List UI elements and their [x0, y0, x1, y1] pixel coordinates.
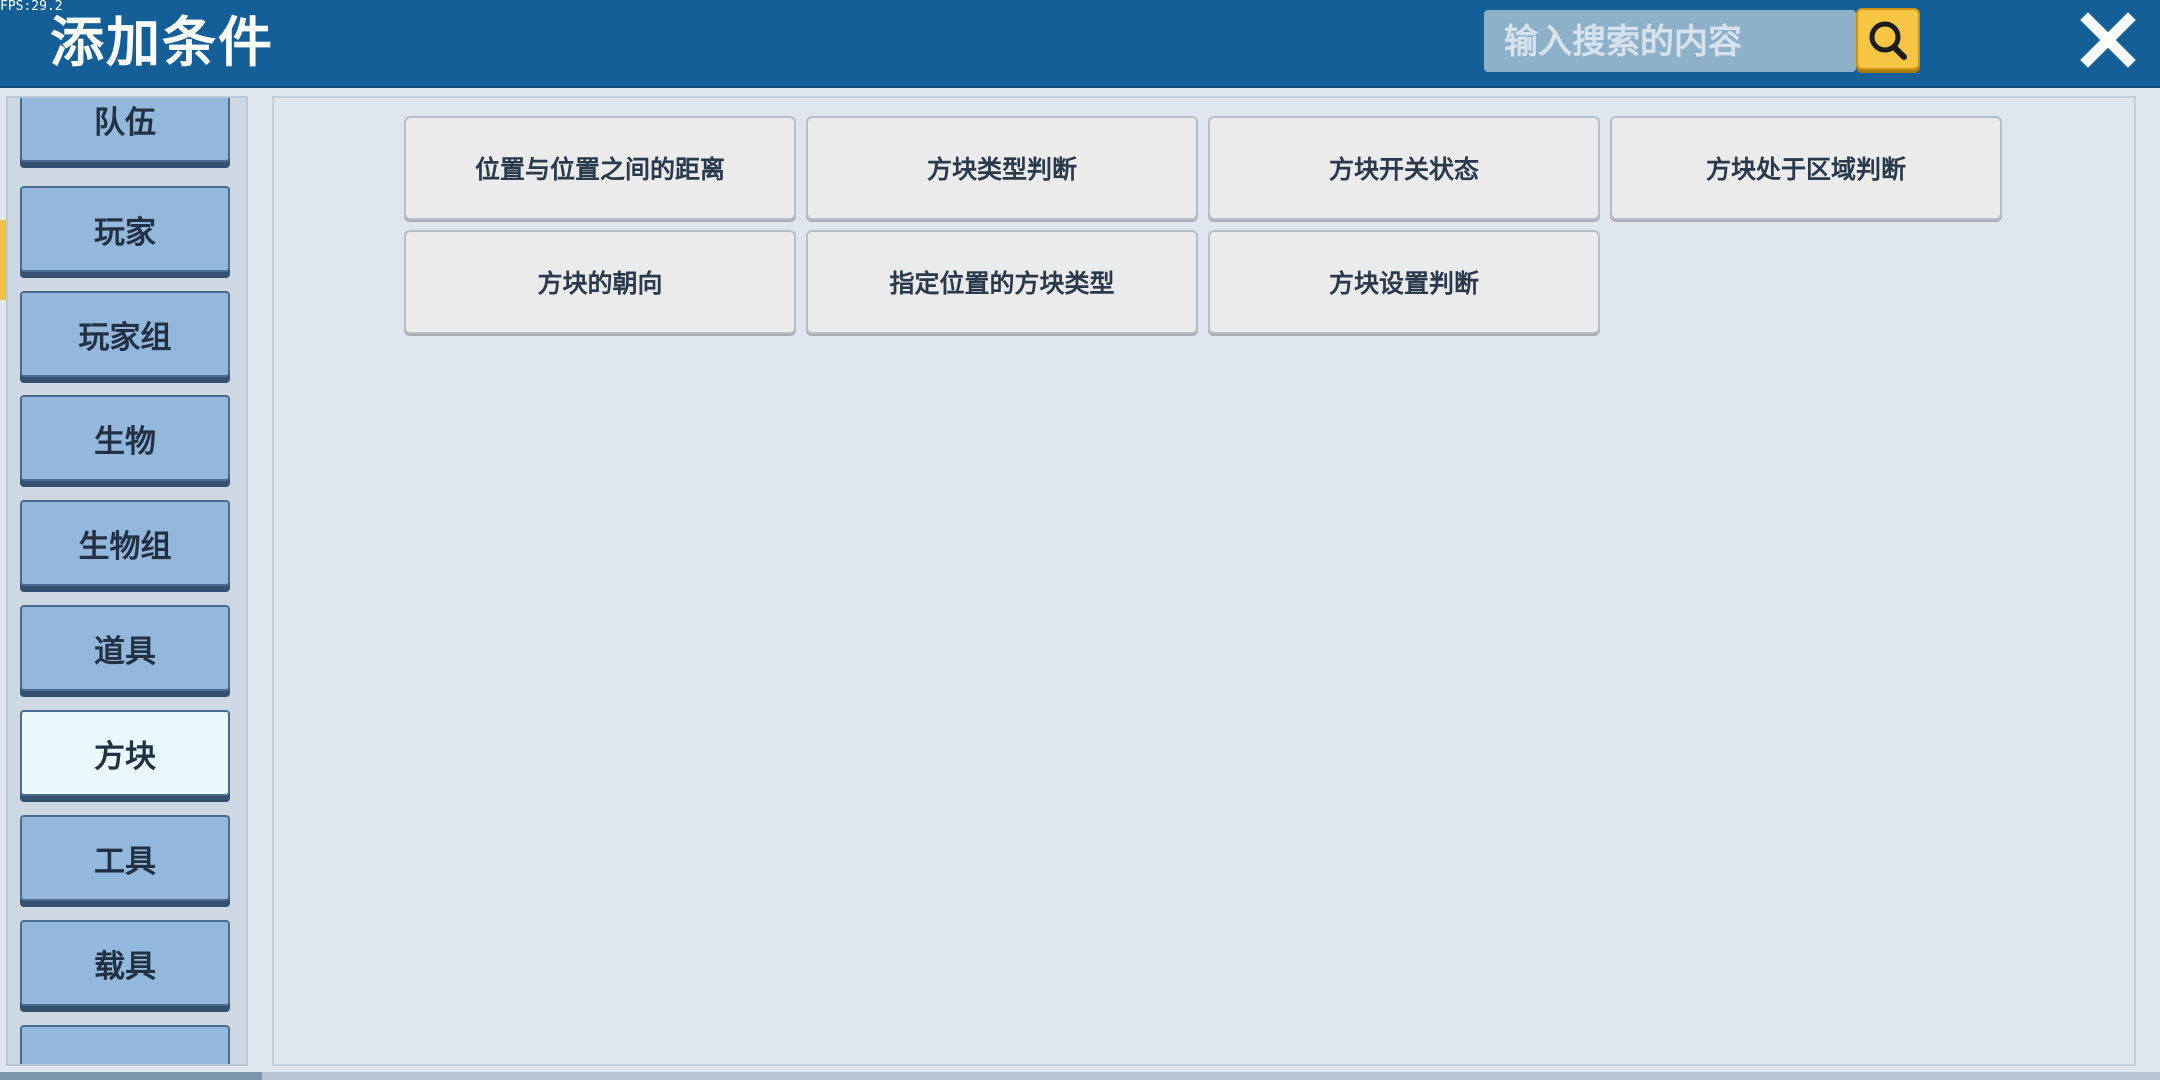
close-button[interactable]	[2078, 10, 2138, 70]
sidebar-item-next[interactable]	[20, 1025, 230, 1064]
condition-label: 方块类型判断	[926, 155, 1077, 184]
condition-block-setting-check[interactable]: 方块设置判断	[1208, 230, 1600, 334]
search-icon	[1869, 21, 1907, 60]
condition-label: 方块的朝向	[537, 269, 663, 298]
sidebar-item-label: 生物	[94, 423, 156, 460]
sidebar-item-label: 玩家组	[78, 319, 172, 356]
sidebar-item-label: 生物组	[78, 528, 172, 565]
sidebar-item-creature-group[interactable]: 生物组	[20, 500, 230, 586]
condition-label: 方块设置判断	[1328, 269, 1479, 298]
search-box[interactable]	[1484, 10, 1856, 74]
condition-block-type-at-position[interactable]: 指定位置的方块类型	[806, 230, 1198, 334]
condition-block-facing[interactable]: 方块的朝向	[404, 230, 796, 334]
category-sidebar[interactable]: 队伍 玩家 玩家组 生物 生物组 道具 方块 工具 载具	[6, 96, 248, 1066]
condition-label: 指定位置的方块类型	[889, 269, 1115, 298]
search-button[interactable]	[1856, 8, 1920, 70]
sidebar-item-vehicle[interactable]: 载具	[20, 920, 230, 1006]
bottom-bar-light	[262, 1072, 2160, 1080]
sidebar-item-creature[interactable]: 生物	[20, 395, 230, 481]
sidebar-item-label: 队伍	[94, 104, 156, 141]
sidebar-item-label: 道具	[94, 633, 156, 670]
sidebar-item-label: 玩家	[94, 214, 156, 251]
sidebar-item-label: 载具	[94, 948, 156, 985]
sidebar-item-label: 方块	[94, 738, 156, 775]
search-input[interactable]	[1502, 10, 1846, 74]
sidebar-item-item[interactable]: 道具	[20, 605, 230, 691]
condition-block-switch-state[interactable]: 方块开关状态	[1208, 116, 1600, 220]
sidebar-item-team[interactable]: 队伍	[20, 98, 230, 162]
page-title: 添加条件	[50, 11, 274, 74]
condition-label: 位置与位置之间的距离	[474, 155, 725, 184]
condition-label: 方块开关状态	[1328, 155, 1479, 184]
sidebar-item-block[interactable]: 方块	[20, 710, 230, 796]
sidebar-item-player[interactable]: 玩家	[20, 186, 230, 272]
sidebar-item-tool[interactable]: 工具	[20, 815, 230, 901]
condition-block-in-area[interactable]: 方块处于区域判断	[1610, 116, 2002, 220]
condition-distance-between-positions[interactable]: 位置与位置之间的距离	[404, 116, 796, 220]
close-icon	[2080, 12, 2136, 68]
condition-block-type-check[interactable]: 方块类型判断	[806, 116, 1198, 220]
sidebar-item-player-group[interactable]: 玩家组	[20, 291, 230, 377]
sidebar-item-label: 工具	[94, 843, 156, 880]
condition-panel: 位置与位置之间的距离 方块类型判断 方块开关状态 方块处于区域判断 方块的朝向 …	[272, 96, 2136, 1066]
condition-label: 方块处于区域判断	[1705, 155, 1906, 184]
header-bar: 添加条件	[0, 0, 2160, 86]
fps-counter: FPS:29.2	[0, 0, 63, 14]
